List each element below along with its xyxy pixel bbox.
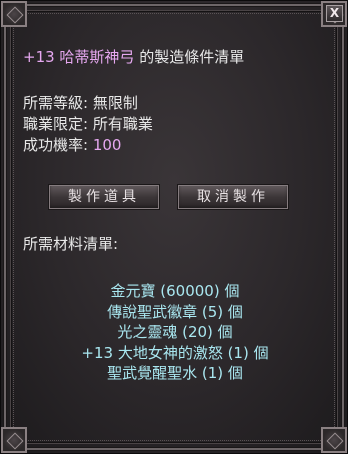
materials-heading: 所需材料清單:: [23, 235, 119, 253]
material-item: +13 大地女神的激怒 (1) 個: [81, 343, 269, 362]
material-item: 聖武覺醒聖水 (1) 個: [107, 364, 243, 382]
required-level-value: 無限制: [92, 94, 138, 112]
success-rate-label: 成功機率:: [23, 136, 93, 154]
required-level-row: 所需等級: 無限制: [23, 94, 138, 112]
corner-ornament: [1, 427, 27, 453]
corner-ornament: [1, 1, 27, 27]
item-name: +13 哈蒂斯神弓: [23, 48, 135, 66]
class-restriction-row: 職業限定: 所有職業: [23, 115, 153, 133]
corner-ornament: [321, 427, 347, 453]
required-level-label: 所需等級:: [23, 94, 93, 112]
materials-list: 金元寶 (60000) 個 傳說聖武徽章 (5) 個 光之靈魂 (20) 個 +…: [1, 281, 348, 384]
class-restriction-label: 職業限定:: [23, 115, 93, 133]
crafting-window: X +13 哈蒂斯神弓 的製造條件清單 所需等級: 無限制 職業限定: 所有職業…: [0, 0, 348, 454]
make-item-button[interactable]: 製作道具: [48, 184, 160, 210]
material-item: 光之靈魂 (20) 個: [117, 323, 233, 341]
material-item: 傳說聖武徽章 (5) 個: [107, 302, 243, 321]
cancel-crafting-button[interactable]: 取消製作: [177, 184, 289, 210]
close-button[interactable]: X: [326, 5, 343, 22]
recipe-title: +13 哈蒂斯神弓 的製造條件清單: [23, 48, 244, 66]
title-suffix: 的製造條件清單: [134, 48, 245, 66]
success-rate-row: 成功機率: 100: [23, 136, 121, 154]
class-restriction-value: 所有職業: [92, 115, 153, 133]
material-item: 金元寶 (60000) 個: [110, 282, 240, 300]
success-rate-value: 100: [92, 136, 122, 154]
